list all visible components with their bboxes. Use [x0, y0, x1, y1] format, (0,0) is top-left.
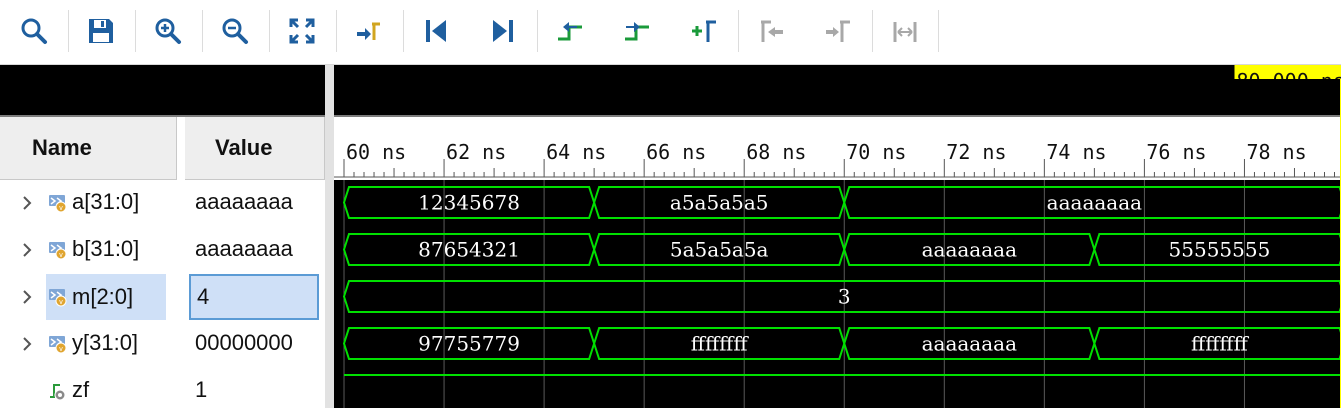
ruler-tick-label: 72 ns: [946, 140, 1006, 164]
next-transition-icon: [622, 16, 652, 46]
previous-transition-button[interactable]: [544, 8, 596, 54]
previous-marker-button: [745, 8, 797, 54]
signal-value[interactable]: 1: [195, 377, 207, 403]
bus-value-label: 5a5a5a5a: [670, 238, 769, 262]
toolbar-separator: [738, 10, 739, 52]
expand-chevron-icon[interactable]: [20, 287, 34, 307]
signal-name[interactable]: a[31:0]: [72, 189, 139, 215]
bus-value-label: 3: [838, 285, 851, 309]
zoom-out-button[interactable]: [209, 8, 261, 54]
bit-signal-icon: [48, 381, 70, 401]
expand-chevron-icon[interactable]: [20, 334, 34, 354]
save-icon: [86, 16, 116, 46]
svg-text:v: v: [59, 346, 63, 353]
bus-value-label: 87654321: [418, 238, 520, 262]
save-button[interactable]: [75, 8, 127, 54]
go-to-start-icon: [421, 16, 451, 46]
signal-name[interactable]: zf: [72, 377, 89, 403]
toolbar-separator: [403, 10, 404, 52]
zoom-in-icon: [153, 16, 183, 46]
ruler-separator: [334, 115, 1341, 117]
previous-marker-icon: [756, 16, 786, 46]
bus-value-label: ffffffff: [691, 332, 750, 356]
signal-row[interactable]: v y[31:0] 00000000: [0, 321, 325, 368]
ruler-tick-label: 64 ns: [546, 140, 606, 164]
bus-signal-icon: v: [48, 334, 70, 354]
signal-row[interactable]: v a[31:0] aaaaaaaa: [0, 180, 325, 227]
name-header-label: Name: [32, 135, 92, 160]
name-column-header[interactable]: Name: [0, 117, 177, 180]
bus-value-label: aaaaaaaa: [922, 332, 1017, 356]
bus-value-label: aaaaaaaa: [1047, 191, 1142, 215]
bus-value-label: ffffffff: [1191, 332, 1250, 356]
toolbar-separator: [336, 10, 337, 52]
toolbar-separator: [938, 10, 939, 52]
bus-value-label: a5a5a5a5: [670, 191, 769, 215]
ruler-tick-label: 60 ns: [346, 140, 406, 164]
value-column-header[interactable]: Value: [185, 117, 325, 180]
zoom-out-icon: [220, 16, 250, 46]
swap-cursors-icon: [890, 16, 920, 46]
next-transition-button[interactable]: [611, 8, 663, 54]
header-gap: [177, 117, 185, 180]
signal-value[interactable]: aaaaaaaa: [195, 236, 293, 262]
toolbar-separator: [68, 10, 69, 52]
signal-value[interactable]: 4: [189, 274, 319, 320]
swap-cursors-button: [879, 8, 931, 54]
value-header-label: Value: [215, 135, 273, 160]
full-view-button[interactable]: [276, 8, 328, 54]
go-to-end-button[interactable]: [477, 8, 529, 54]
waveform-canvas[interactable]: 60 ns 62 ns 64 ns 66 ns 68 ns 70 ns 72 ns 74 ns…: [334, 65, 1341, 408]
ruler-tick-label: 70 ns: [846, 140, 906, 164]
bus-value-label: 12345678: [418, 191, 520, 215]
signal-name[interactable]: y[31:0]: [72, 330, 138, 356]
signal-row[interactable]: m[2:0] v 4: [0, 274, 325, 321]
go-to-cursor-icon: [354, 16, 384, 46]
zoom-in-button[interactable]: [142, 8, 194, 54]
add-marker-icon: [689, 16, 719, 46]
previous-transition-icon: [555, 16, 585, 46]
toolbar-separator: [202, 10, 203, 52]
svg-text:v: v: [59, 205, 63, 212]
zoom-fit-icon: [19, 16, 49, 46]
add-marker-button[interactable]: [678, 8, 730, 54]
signal-value[interactable]: 00000000: [195, 330, 293, 356]
expand-chevron-icon[interactable]: [20, 193, 34, 213]
expand-chevron-icon[interactable]: [20, 240, 34, 260]
panel-splitter[interactable]: [325, 65, 334, 408]
signal-list-top-area: [0, 65, 325, 115]
svg-text:v: v: [59, 299, 63, 306]
bus-signal-icon: v: [48, 240, 70, 260]
bus-value-label: 97755779: [418, 332, 520, 356]
bus-value-label: aaaaaaaa: [922, 238, 1017, 262]
signal-row[interactable]: v b[31:0] aaaaaaaa: [0, 227, 325, 274]
go-to-end-icon: [488, 16, 518, 46]
bus-signal-icon: v: [48, 287, 70, 307]
toolbar-separator: [537, 10, 538, 52]
toolbar-separator: [872, 10, 873, 52]
bus-value-label: 55555555: [1169, 238, 1271, 262]
cursor-time-label: 80.000 ns: [1237, 69, 1341, 93]
zoom-fit-button[interactable]: [8, 8, 60, 54]
signal-name[interactable]: b[31:0]: [72, 236, 139, 262]
ruler-tick-label: 76 ns: [1146, 140, 1206, 164]
ruler-tick-label: 66 ns: [646, 140, 706, 164]
go-to-start-button[interactable]: [410, 8, 462, 54]
toolbar-separator: [135, 10, 136, 52]
next-marker-button: [812, 8, 864, 54]
signal-list-panel: Name Value v a[31:0] aaaaaaaa v b[31:0] aaaaa…: [0, 65, 325, 408]
waveform-view[interactable]: 60 ns 62 ns 64 ns 66 ns 68 ns 70 ns 72 ns 74 ns…: [334, 65, 1341, 408]
signal-value[interactable]: aaaaaaaa: [195, 189, 293, 215]
ruler-tick-label: 62 ns: [446, 140, 506, 164]
toolbar: [0, 0, 1341, 65]
svg-text:v: v: [59, 252, 63, 259]
next-marker-icon: [823, 16, 853, 46]
full-view-icon: [287, 16, 317, 46]
bus-signal-icon: v: [48, 193, 70, 213]
ruler-tick-label: 68 ns: [746, 140, 806, 164]
ruler-tick-label: 78 ns: [1246, 140, 1306, 164]
toolbar-separator: [269, 10, 270, 52]
ruler-tick-label: 74 ns: [1046, 140, 1106, 164]
go-to-cursor-button[interactable]: [343, 8, 395, 54]
